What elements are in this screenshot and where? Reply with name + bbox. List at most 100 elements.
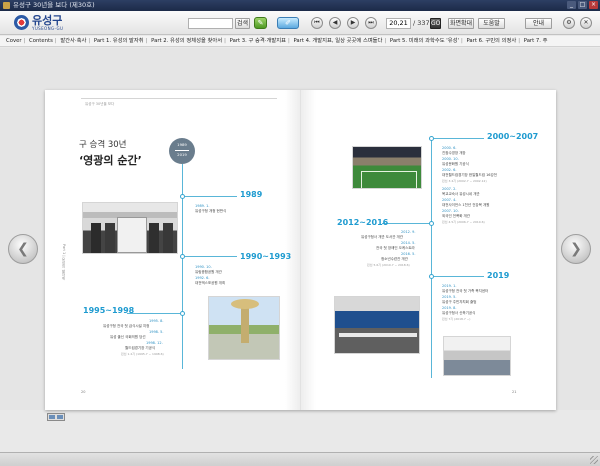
- event-text: 유성구청 개청 현판식: [195, 209, 227, 213]
- maximize-button[interactable]: □: [578, 1, 587, 9]
- era-label-1995-1998: 1995~1998: [83, 306, 135, 315]
- chapter-link-part2[interactable]: Part 2. 유성의 정체성을 찾아서: [151, 38, 222, 44]
- chapter-link-part6[interactable]: Part 6. 구민의 의정사: [466, 38, 516, 44]
- go-button[interactable]: GO: [430, 18, 441, 29]
- event-text: 유성문화원 기공식: [442, 162, 469, 166]
- photo-world-cup-stadium: [352, 146, 422, 189]
- event-text: 대전월드컵경기장 한일월드컵 16강전: [442, 173, 497, 177]
- window-title: 유성구 30년을 보다 (제30호): [13, 1, 95, 9]
- event-date: 2007. 4.: [442, 198, 457, 202]
- era-label-1989: 1989: [240, 190, 263, 199]
- event-text: 유성구 주민자치회 출범: [442, 300, 477, 304]
- event-text: 대전엑스포공원 개최: [195, 281, 226, 285]
- event-date: 1995. 8.: [149, 319, 164, 323]
- event-text: 전국 첫 장애인 오케스트라: [376, 246, 415, 250]
- chapter-link-part1[interactable]: Part 1. 유성의 발자취: [94, 38, 144, 44]
- search-button[interactable]: 검색: [235, 18, 250, 29]
- event-date: 1998. 5.: [149, 330, 164, 334]
- spread-title: ‘영광의 순간’: [79, 154, 142, 167]
- chapter-link-part7[interactable]: Part 7. 주: [524, 38, 548, 44]
- event-date: 2019. 5.: [442, 295, 457, 299]
- help-button[interactable]: 도움말: [478, 18, 505, 29]
- note-icon[interactable]: ✎: [254, 17, 267, 29]
- event-text: 유성구청사 신축기공식: [442, 311, 476, 315]
- event-source-note: 민선 4·5기 (2006.7 ~ 2010.6): [442, 220, 485, 224]
- title-bar: 유성구 30년을 보다 (제30호) _ □ ×: [0, 0, 600, 11]
- page-number-right: 21: [512, 390, 517, 394]
- event-text: 유성 출신 국회의원 당선: [110, 335, 146, 339]
- badge-year-start: 1989: [177, 142, 187, 147]
- info-button[interactable]: 안내: [525, 18, 552, 29]
- resize-grip-icon[interactable]: [590, 456, 598, 464]
- chapter-link-part4[interactable]: Part 4. 개발지표, 일상 곳곳에 스며들다: [293, 38, 382, 44]
- timeline-connector: [434, 276, 484, 277]
- chapter-link-part5[interactable]: Part 5. 미래의 과학수도 '유성': [390, 38, 459, 44]
- timeline-connector: [185, 256, 237, 257]
- minimize-button[interactable]: _: [567, 1, 576, 9]
- book-spread: 유성구 30년을 보다 Part 1 | 유성의 발자취 구 승격 30년 ‘영…: [45, 90, 556, 410]
- event-source-note: 민선 5·6기 (2010.7 ~ 2018.6): [367, 263, 410, 267]
- ebook-viewer-window: 유성구 30년을 보다 (제30호) _ □ × 유성구 YUSEONG-GU …: [0, 0, 600, 466]
- zoom-button[interactable]: 화면확대: [448, 18, 474, 29]
- spread-subtitle: 구 승격 30년: [79, 140, 127, 150]
- timeline-dot-1995: [180, 311, 185, 316]
- event-date: 2019. 8.: [442, 306, 457, 310]
- thumbnail-toggle-icon[interactable]: [47, 413, 65, 421]
- photo-office: [443, 336, 511, 376]
- era-label-2019: 2019: [487, 271, 510, 280]
- first-page-icon[interactable]: ⏮: [311, 17, 323, 29]
- timeline-connector: [127, 313, 180, 314]
- toolbar: 유성구 YUSEONG-GU 검색 ✎ ✐ ⏮ ◀ ▶ ⏭ 20,21 / 33…: [0, 11, 600, 35]
- logo-subtext: YUSEONG-GU: [32, 26, 64, 31]
- exit-icon[interactable]: ✕: [580, 17, 592, 29]
- chapter-link-cover[interactable]: Cover: [6, 38, 22, 44]
- search-input[interactable]: [188, 18, 233, 29]
- era-label-2000-2007: 2000~2007: [487, 132, 539, 141]
- event-date: 2019. 1.: [442, 284, 457, 288]
- event-date: 2002. 6.: [442, 168, 457, 172]
- event-source-note: 민선 1·2기 (1995.7 ~ 1998.6): [121, 352, 164, 356]
- years-badge: 1989 2019: [169, 138, 195, 164]
- event-date: 2014. 5.: [401, 241, 416, 245]
- timeline-axis-right: [431, 138, 432, 378]
- photo-council-meeting: [334, 296, 420, 354]
- prev-page-icon[interactable]: ◀: [329, 17, 341, 29]
- chevron-left-icon[interactable]: ❮: [8, 234, 38, 264]
- timeline-connector: [185, 196, 237, 197]
- running-header: 유성구 30년을 보다: [85, 102, 115, 106]
- timeline-connector: [382, 223, 429, 224]
- page-number-input[interactable]: 20,21: [386, 18, 411, 29]
- settings-icon[interactable]: ⚙: [563, 17, 575, 29]
- app-icon: [3, 2, 10, 9]
- event-date: 2007. 10.: [442, 209, 459, 213]
- event-text: 유성구청 전국 첫 가족 복지센터: [442, 289, 489, 293]
- next-page-icon[interactable]: ▶: [347, 17, 359, 29]
- era-label-2012-2016: 2012~2016: [337, 218, 389, 227]
- event-date: 1992. 6.: [195, 276, 210, 280]
- page-total: / 337: [413, 19, 430, 27]
- last-page-icon[interactable]: ⏭: [365, 17, 377, 29]
- event-text: 진잠수영장 개장: [442, 151, 466, 155]
- chapter-link-contents[interactable]: Contents: [29, 38, 53, 44]
- event-source-note: 민선 3·4기 (2002.7 ~ 2002.12): [442, 179, 487, 183]
- timeline-connector: [434, 138, 484, 139]
- status-bar: [0, 452, 600, 466]
- chapter-link-part3[interactable]: Part 3. 구 승격·개발지표: [230, 38, 286, 44]
- event-date: 2000. 10.: [442, 157, 459, 161]
- chapter-link-foreword[interactable]: 발간사·축사: [60, 38, 86, 44]
- section-side-tab: Part 1 | 유성의 발자취: [62, 244, 66, 280]
- event-text: 청소년수련관 개관: [381, 257, 408, 261]
- event-text: 외국인 전폭화 개관: [442, 214, 470, 218]
- close-window-button[interactable]: ×: [589, 1, 598, 9]
- pen-icon[interactable]: ✐: [277, 17, 299, 29]
- photo-opening-ceremony: [82, 202, 178, 254]
- event-text: 유림종합공원 개관: [195, 270, 222, 274]
- photo-expo-tower: [208, 296, 280, 360]
- event-date: 1990. 10.: [195, 265, 212, 269]
- event-date: 2007. 2.: [442, 187, 457, 191]
- event-source-note: 민선 7기 (2018.7 ~): [442, 317, 471, 321]
- timeline-dot-2012: [429, 221, 434, 226]
- chapter-navigation: Cover | Contents | 발간사·축사 | Part 1. 유성의 발자취…: [0, 36, 600, 47]
- chevron-right-icon[interactable]: ❯: [561, 234, 591, 264]
- event-text: 대전사이언스 1천년 건강복 개원: [442, 203, 490, 207]
